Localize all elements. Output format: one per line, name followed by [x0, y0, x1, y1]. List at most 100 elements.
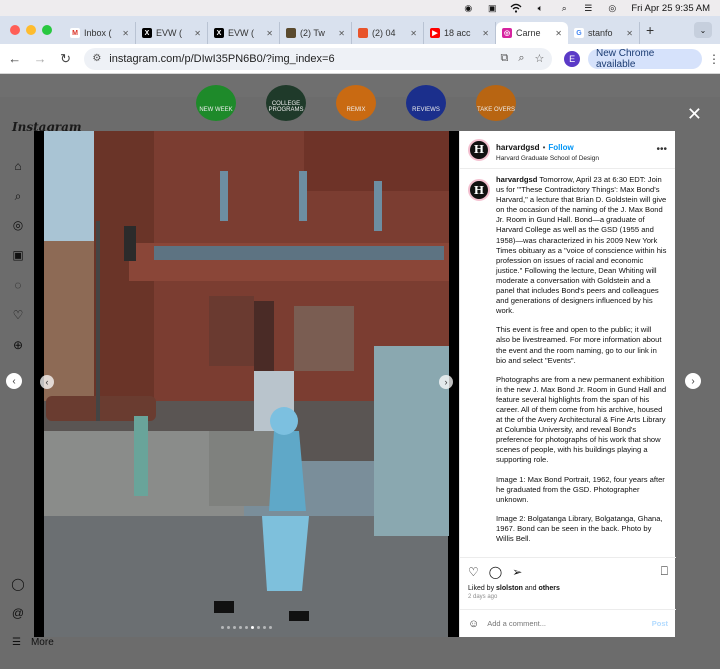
post-details-panel: H harvardgsd • Follow Harvard Graduate Sch…	[459, 131, 676, 637]
browser-tab[interactable]: Gstanfo ✕	[568, 22, 640, 44]
reels-icon[interactable]: ▣	[11, 248, 25, 262]
browser-tab[interactable]: M Inbox (✕	[64, 22, 136, 44]
notifications-heart-icon[interactable]: ♡	[11, 308, 25, 322]
zoom-icon[interactable]: ⌕	[518, 52, 524, 65]
tab-favicon-icon: G	[574, 28, 584, 38]
previous-post-button[interactable]: ‹	[6, 373, 22, 389]
tab-close-icon[interactable]: ✕	[626, 29, 633, 38]
share-icon[interactable]: ➢	[512, 565, 522, 579]
post-caption: harvardgsd Tomorrow, April 23 at 6:30 ED…	[496, 175, 667, 551]
browser-tab[interactable]: ▶ 18 acc ✕	[424, 22, 496, 44]
address-bar[interactable]: ⚙︎ instagram.com/p/DIwI35PN6B0/?img_inde…	[84, 47, 553, 70]
highlight-circle: NEW WEEK	[196, 85, 236, 121]
minimize-window-button[interactable]	[26, 25, 36, 35]
install-app-icon[interactable]: ⧉	[500, 52, 508, 65]
tab-title: (2) 04	[372, 28, 396, 38]
create-plus-icon[interactable]: ⊕	[11, 338, 25, 352]
post-timestamp[interactable]: 2 days ago	[468, 594, 668, 600]
home-icon[interactable]: ⌂	[11, 159, 25, 173]
highlight-circle: REMIX	[336, 85, 376, 121]
post-options-icon[interactable]: •••	[656, 144, 667, 155]
tab-title: stanfo	[588, 28, 613, 38]
control-center-icon[interactable]: ☰	[581, 2, 595, 14]
explore-compass-icon[interactable]: ◎	[11, 218, 25, 232]
comment-icon[interactable]: ◯	[489, 565, 502, 579]
siri-icon[interactable]: ◎	[605, 2, 619, 14]
tab-close-icon[interactable]: ✕	[482, 29, 489, 38]
tab-close-icon[interactable]: ✕	[338, 29, 345, 38]
close-window-button[interactable]	[10, 25, 20, 35]
search-icon[interactable]: ⌕	[11, 189, 25, 203]
tab-favicon-icon	[286, 28, 296, 38]
browser-tab[interactable]: (2) Tw ✕	[280, 22, 352, 44]
tab-close-icon[interactable]: ✕	[410, 29, 417, 38]
tab-favicon-icon: ◎	[502, 28, 512, 38]
tab-close-icon[interactable]: ✕	[555, 29, 562, 38]
messenger-icon[interactable]: ◌	[11, 278, 25, 292]
liked-by-and: and	[522, 585, 539, 592]
reload-button[interactable]: ↻	[55, 51, 76, 67]
tab-search-button[interactable]: ⌄	[694, 22, 712, 38]
back-button[interactable]: ←	[4, 51, 25, 66]
caption-username[interactable]: harvardgsd	[496, 175, 537, 184]
street-scene-photo	[34, 131, 459, 637]
carousel-dot	[245, 626, 248, 629]
comment-box: ☺ Add a comment... Post	[460, 609, 676, 637]
close-modal-icon[interactable]: ✕	[687, 104, 702, 125]
carousel-dot	[269, 626, 272, 629]
forward-button[interactable]: →	[29, 51, 50, 66]
profile-avatar[interactable]: E	[564, 50, 580, 67]
liked-by-others-link[interactable]: others	[538, 585, 559, 592]
emoji-icon[interactable]: ☺	[468, 618, 479, 630]
tab-close-icon[interactable]: ✕	[122, 29, 129, 38]
liked-by-user-link[interactable]: slolston	[496, 585, 523, 592]
comment-input[interactable]: Add a comment...	[487, 619, 652, 628]
browser-tab[interactable]: ◎ Carne ✕	[496, 22, 568, 44]
tab-title: Carne	[516, 28, 541, 38]
browser-tab[interactable]: X EVW ( ✕	[208, 22, 280, 44]
post-comment-button[interactable]: Post	[652, 619, 668, 628]
tab-favicon-icon: X	[214, 28, 224, 38]
carousel-dot	[257, 626, 260, 629]
save-bookmark-icon[interactable]: ⎕	[661, 564, 668, 579]
caption-text: Tomorrow, April 23 at 6:30 EDT: Join us …	[496, 175, 667, 316]
post-photo[interactable]: ‹ ›	[34, 131, 459, 637]
new-tab-button[interactable]: +	[646, 22, 654, 38]
background-story-highlights: NEW WEEK COLLEGE PROGRAMS REMIX REVIEWS …	[0, 85, 720, 125]
volume-icon[interactable]: 🔈︎	[533, 2, 547, 14]
follow-button[interactable]: Follow	[548, 143, 573, 152]
chrome-menu-icon[interactable]: ⋮	[708, 52, 720, 66]
like-heart-icon[interactable]: ♡	[468, 565, 479, 579]
meta-icon[interactable]: @	[11, 606, 25, 620]
highlight-circle: COLLEGE PROGRAMS	[266, 85, 306, 121]
url-text[interactable]: instagram.com/p/DIwI35PN6B0/?img_index=6	[109, 53, 490, 65]
author-username[interactable]: harvardgsd	[496, 143, 540, 152]
new-chrome-available-button[interactable]: New Chrome available	[587, 48, 703, 70]
tab-title: 18 acc	[444, 28, 471, 38]
next-post-button[interactable]: ›	[685, 373, 701, 389]
tab-favicon-icon: ▶	[430, 28, 440, 38]
site-settings-icon[interactable]: ⚙︎	[92, 53, 101, 64]
tab-close-icon[interactable]: ✕	[266, 29, 273, 38]
browser-tab[interactable]: (2) 04 ✕	[352, 22, 424, 44]
bookmark-star-icon[interactable]: ☆	[535, 52, 545, 65]
zoom-window-button[interactable]	[42, 25, 52, 35]
menubar-clock[interactable]: Fri Apr 25 9:35 AM	[631, 3, 710, 14]
browser-tab[interactable]: X EVW (✕	[136, 22, 208, 44]
wifi-icon[interactable]	[509, 2, 523, 14]
caption-paragraph: Image 2: Bolgatanga Library, Bolgatanga,…	[496, 513, 663, 543]
spotlight-search-icon[interactable]: ⌕	[557, 2, 571, 14]
author-avatar[interactable]: H	[468, 138, 490, 161]
photo-previous-arrow[interactable]: ‹	[40, 375, 54, 389]
author-fullname: Harvard Graduate School of Design	[496, 154, 599, 162]
threads-icon[interactable]: ◯	[11, 577, 25, 591]
menubar-app-icon[interactable]: ◉	[461, 2, 475, 14]
menubar-record-icon[interactable]: ▣	[485, 2, 499, 14]
caption-scroll-area[interactable]: H harvardgsd Tomorrow, April 23 at 6:30 …	[468, 175, 667, 551]
photo-next-arrow[interactable]: ›	[439, 375, 453, 389]
tab-title: EVW (	[228, 28, 254, 38]
more-menu[interactable]: ☰ More	[12, 637, 54, 648]
tab-close-icon[interactable]: ✕	[194, 29, 201, 38]
browser-tab-strip: M Inbox (✕ X EVW (✕ X EVW (✕ (2) Tw ✕ (2) 04 ✕ ▶ 18…	[0, 16, 720, 44]
caption-avatar[interactable]: H	[468, 179, 490, 201]
